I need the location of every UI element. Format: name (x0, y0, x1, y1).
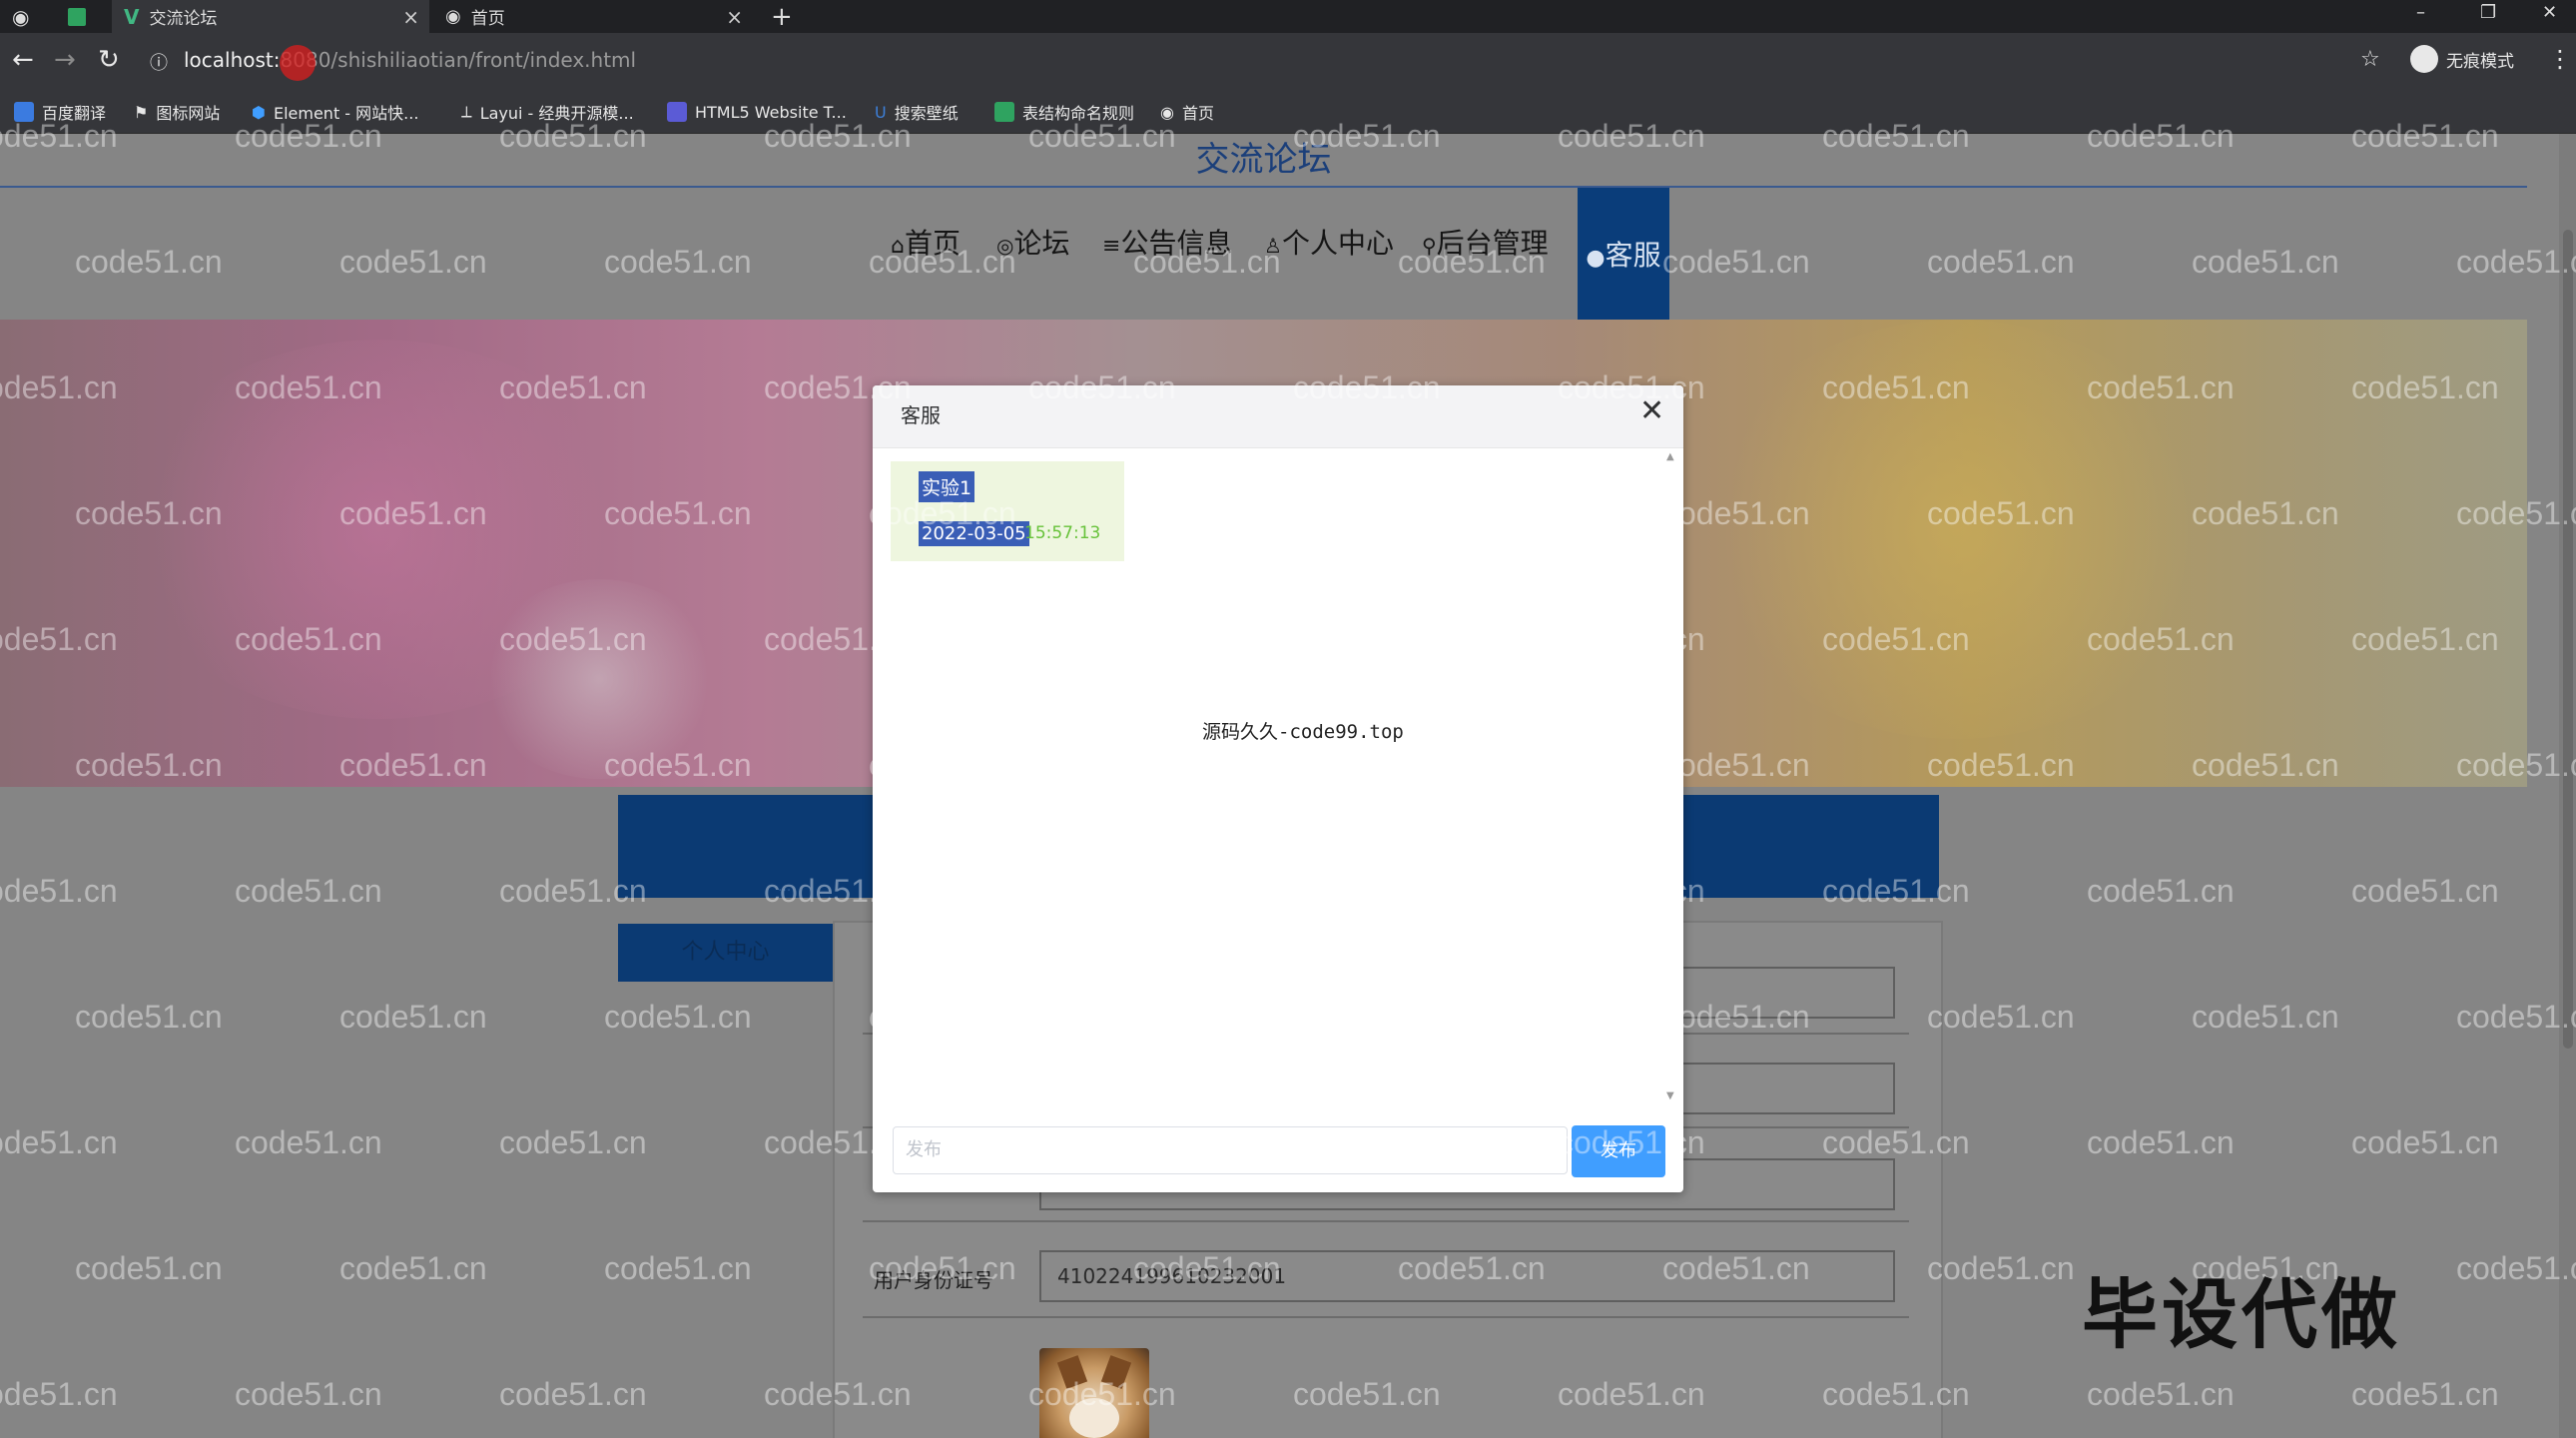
incognito-profile[interactable]: 无痕模式 (2410, 45, 2514, 73)
menu-icon[interactable]: ⋮ (2548, 45, 2572, 73)
globe-icon: ◉ (445, 6, 461, 27)
bookmark-home[interactable]: ◉ 首页 (1160, 91, 1214, 133)
browser-tab-bar: ◉ V 交流论坛 × ◉ 首页 × + – ❐ ✕ (0, 0, 2576, 33)
wallpaper-icon: U (875, 102, 887, 122)
bookmark-label: 表结构命名规则 (1022, 104, 1135, 123)
bookmark-layui[interactable]: ⟂ Layui - 经典开源模... (461, 91, 634, 133)
bookmark-label: 图标网站 (156, 104, 221, 123)
globe-icon: ◉ (12, 4, 30, 29)
bookmark-wallpaper[interactable]: U 搜索壁纸 (875, 91, 959, 133)
html5-icon (667, 102, 687, 122)
tab-home[interactable]: ◉ 首页 × (433, 0, 753, 33)
forward-icon[interactable]: → (54, 45, 76, 75)
dialog-title: 客服 (901, 403, 941, 427)
back-icon[interactable]: ← (12, 45, 34, 75)
message-time: 15:57:13 (1024, 523, 1101, 543)
window-close-button[interactable]: ✕ (2542, 2, 2557, 23)
baidu-translate-icon (14, 102, 34, 122)
sheet-icon (994, 102, 1014, 122)
bookmark-baidu-translate[interactable]: 百度翻译 (14, 91, 106, 133)
star-icon[interactable]: ☆ (2360, 47, 2380, 72)
close-icon[interactable]: ✕ (1639, 393, 1664, 428)
bookmark-element[interactable]: ⬢ Element - 网站快... (252, 91, 418, 133)
cursor-indicator (280, 45, 316, 81)
customer-service-dialog: 客服 ✕ 实验1 2022-03-05 15:57:13 源码久久-code99… (873, 385, 1683, 1192)
flag-icon: ⚑ (134, 102, 149, 122)
send-button[interactable]: 发布 (1572, 1125, 1665, 1177)
close-icon[interactable]: × (402, 5, 419, 29)
bookmark-label: Layui - 经典开源模... (479, 104, 634, 123)
minimize-button[interactable]: – (2416, 2, 2425, 23)
sheet-icon (68, 7, 86, 26)
bookmark-label: Element - 网站快... (273, 104, 419, 123)
address-bar[interactable]: localhost:8080/shishiliaotian/front/inde… (184, 48, 636, 72)
tab-label: 首页 (470, 9, 505, 29)
center-watermark-text: 源码久久-code99.top (1202, 721, 1404, 743)
tab-pinned-sheet[interactable] (56, 0, 112, 33)
scroll-up-icon[interactable]: ▲ (1666, 451, 1674, 462)
bookmark-label: 首页 (1181, 104, 1214, 123)
new-tab-button[interactable]: + (771, 2, 793, 32)
bookmark-label: HTML5 Website T... (695, 102, 847, 122)
message-sender: 实验1 (919, 471, 975, 502)
browser-toolbar: ← → ↻ ⓘ localhost:8080/shishiliaotian/fr… (0, 33, 2576, 91)
tab-pinned-chrome[interactable]: ◉ (0, 0, 56, 33)
close-icon[interactable]: × (726, 5, 743, 29)
dialog-header (873, 385, 1683, 448)
scroll-down-icon[interactable]: ▼ (1666, 1090, 1674, 1101)
tab-label: 交流论坛 (149, 9, 218, 29)
url-host: localhost: (184, 48, 281, 72)
profile-label: 无痕模式 (2446, 51, 2514, 72)
page-scrollbar-thumb[interactable] (2563, 230, 2573, 1049)
bookmarks-bar: 百度翻译 ⚑ 图标网站 ⬢ Element - 网站快... ⟂ Layui - 经典… (0, 91, 2576, 134)
element-icon: ⬢ (252, 102, 266, 122)
incognito-icon (2410, 45, 2438, 73)
globe-icon: ◉ (1160, 102, 1174, 122)
bookmark-label: 搜索壁纸 (894, 104, 959, 123)
tab-forum[interactable]: V 交流论坛 × (112, 0, 429, 33)
bookmark-naming-rules[interactable]: 表结构命名规则 (994, 91, 1134, 133)
chat-scrollbar[interactable]: ▲ ▼ (1663, 451, 1677, 1106)
bookmark-html5[interactable]: HTML5 Website T... (667, 91, 847, 133)
reload-icon[interactable]: ↻ (98, 45, 120, 75)
bookmark-icon-site[interactable]: ⚑ 图标网站 (134, 91, 220, 133)
message-date: 2022-03-05 (919, 521, 1029, 546)
overlay-caption: 毕设代做 (2082, 1270, 2401, 1359)
bookmark-label: 百度翻译 (42, 104, 107, 123)
vue-icon: V (124, 4, 140, 29)
chat-input[interactable]: 发布 (893, 1126, 1568, 1174)
restore-button[interactable]: ❐ (2480, 2, 2496, 23)
info-icon: ⓘ (150, 53, 168, 74)
url-path: /shishiliaotian/front/index.html (330, 48, 637, 72)
layui-icon: ⟂ (461, 102, 472, 121)
